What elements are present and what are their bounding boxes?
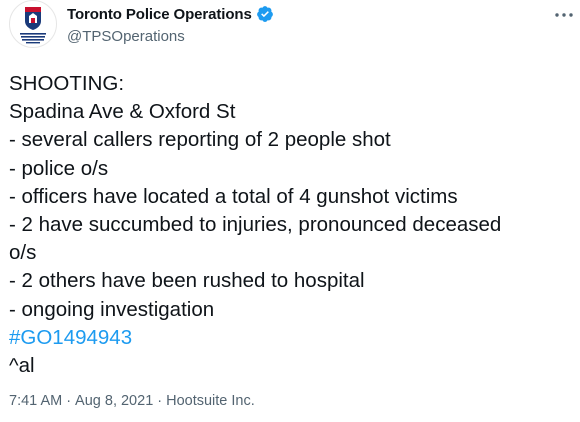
tps-operations-centre-logo-icon xyxy=(20,7,46,44)
tweet-line: SHOOTING: xyxy=(9,72,125,95)
tweet-line: o/s xyxy=(9,241,37,265)
tweet-line: - 2 have succumbed to injuries, pronounc… xyxy=(9,213,502,237)
more-options-icon[interactable] xyxy=(553,9,575,21)
tweet-line: - 2 others have been rushed to hospital xyxy=(9,269,365,293)
tweet-line: - ongoing investigation xyxy=(9,297,215,321)
tweet-line: Spadina Ave & Oxford St xyxy=(9,100,236,124)
tweet-date[interactable]: Aug 8, 2021 xyxy=(75,393,153,409)
author-name[interactable]: Toronto Police Operations xyxy=(67,6,252,23)
separator: · xyxy=(157,393,163,409)
verified-badge-icon xyxy=(256,6,273,22)
tweet-line: - officers have located a total of 4 gun… xyxy=(9,184,458,208)
tweet-source[interactable]: Hootsuite Inc. xyxy=(166,393,255,409)
tweet-time[interactable]: 7:41 AM xyxy=(9,393,62,409)
tweet-line: - several callers reporting of 2 people … xyxy=(9,128,391,152)
author-name-row: Toronto Police Operations xyxy=(67,5,274,23)
tweet-card: Toronto Police Operations @TPSOperations… xyxy=(0,0,580,422)
separator: · xyxy=(66,393,72,409)
tweet-timestamp: 7:41 AM · Aug 8, 2021 · Hootsuite Inc. xyxy=(9,393,255,409)
tweet-line: - police o/s xyxy=(9,156,109,180)
hashtag-link[interactable]: #GO1494943 xyxy=(9,324,569,352)
avatar[interactable] xyxy=(9,0,57,48)
author-handle[interactable]: @TPSOperations xyxy=(67,28,185,45)
tweet-text: SHOOTING: Spadina Ave & Oxford St - seve… xyxy=(9,70,569,380)
tweet-signature: ^al xyxy=(9,354,35,378)
